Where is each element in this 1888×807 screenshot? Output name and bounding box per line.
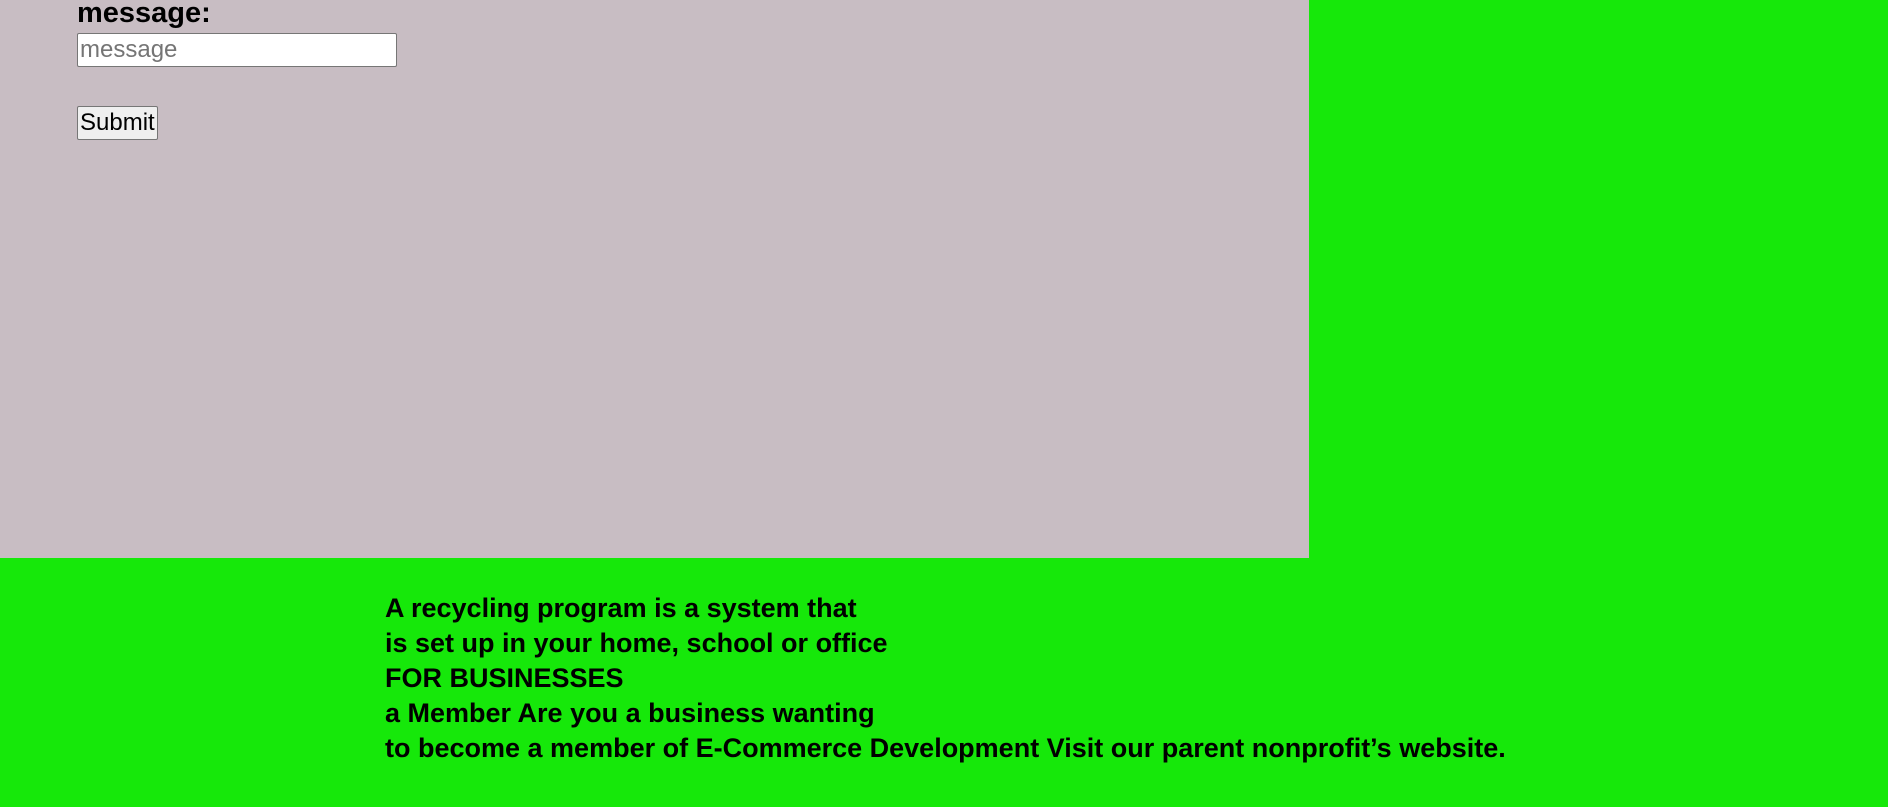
submit-button[interactable]: Submit [77, 106, 158, 140]
message-input[interactable] [77, 33, 397, 67]
contact-form-panel: message: Submit [0, 0, 1309, 558]
message-label: message: [77, 0, 211, 29]
footer-text: A recycling program is a system that is … [385, 591, 1506, 766]
footer-line-home-school-office: is set up in your home, school or office [385, 628, 888, 658]
footer-line-recycling-program: A recycling program is a system that [385, 593, 857, 623]
footer-heading-for-businesses: FOR BUSINESSES [385, 663, 624, 693]
footer-line-member-question: a Member Are you a business wanting [385, 698, 875, 728]
footer-line-become-member: to become a member of E-Commerce Develop… [385, 733, 1506, 763]
